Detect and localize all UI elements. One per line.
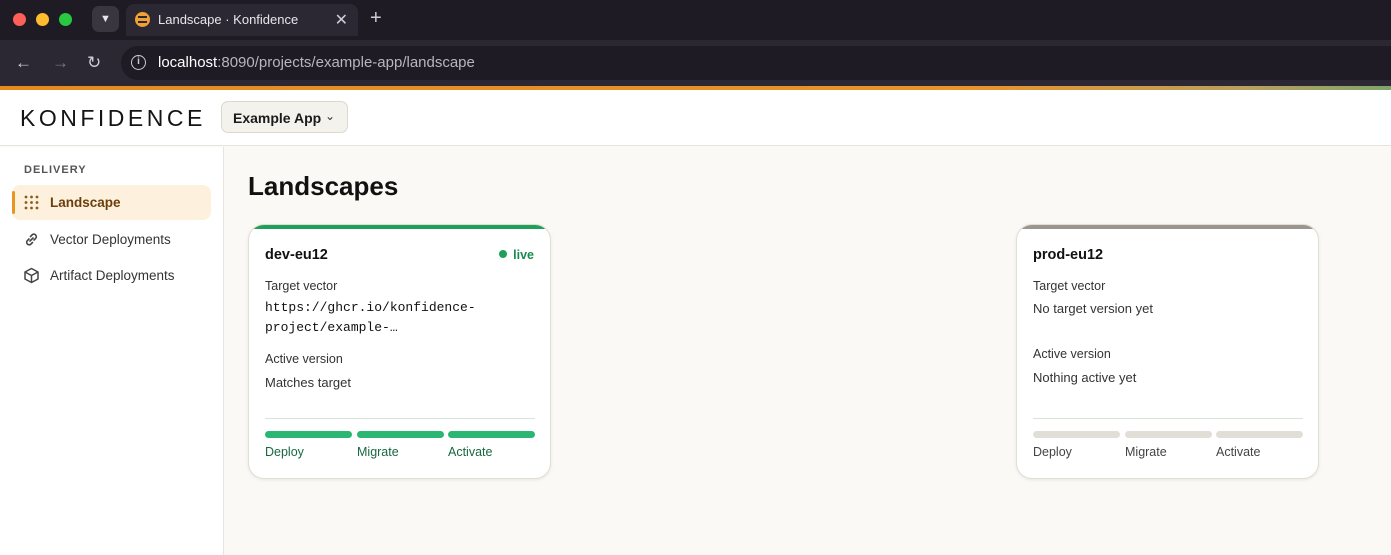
target-vector-label: Target vector	[1033, 279, 1106, 293]
step-progress-bar	[448, 431, 535, 438]
forward-button[interactable]: →	[52, 53, 69, 73]
close-window-button[interactable]	[13, 13, 26, 26]
browser-titlebar: ▼ Landscape · Konfidence ✕ +	[0, 0, 1391, 40]
box-icon	[24, 267, 39, 284]
card-status-bar	[1017, 225, 1318, 229]
back-button[interactable]: ←	[15, 53, 32, 73]
konfidence-logo[interactable]: KONFIDENCE	[20, 105, 206, 132]
step-label: Activate	[448, 445, 493, 459]
sidebar-item-artifact-deployments[interactable]: Artifact Deployments	[12, 258, 211, 293]
browser-tab[interactable]: Landscape · Konfidence ✕	[126, 4, 358, 36]
step-progress-bar	[1125, 431, 1212, 438]
card-status-bar	[249, 225, 550, 229]
landscape-name: prod-eu12	[1033, 247, 1104, 263]
target-vector-label: Target vector	[265, 279, 338, 293]
target-vector-value: https://ghcr.io/konfidence-project/examp…	[265, 300, 476, 335]
active-version-label: Active version	[1033, 347, 1111, 361]
page-title: Landscapes	[248, 171, 399, 201]
maximize-window-button[interactable]	[59, 13, 72, 26]
card-divider	[1033, 418, 1303, 419]
step-label: Activate	[1216, 445, 1261, 459]
sidebar: DELIVERY Landscape Vector Deployments Ar…	[0, 147, 224, 555]
address-bar[interactable]: i localhost:8090/projects/example-app/la…	[121, 46, 1391, 80]
chevron-down-icon: ⌄	[324, 109, 335, 123]
sidebar-item-landscape[interactable]: Landscape	[12, 185, 211, 220]
new-tab-button[interactable]: +	[370, 7, 382, 30]
sidebar-section-title: DELIVERY	[24, 164, 87, 176]
tab-search-button[interactable]: ▼	[92, 6, 119, 32]
live-dot-icon	[499, 250, 508, 258]
sidebar-item-label: Artifact Deployments	[50, 268, 175, 283]
landscape-name: dev-eu12	[265, 247, 328, 263]
active-version-value: Nothing active yet	[1033, 370, 1137, 385]
browser-toolbar: ← → ↻ i localhost:8090/projects/example-…	[0, 40, 1391, 86]
landscape-card-prod[interactable]: prod-eu12 Target vector No target versio…	[1016, 224, 1319, 479]
step-progress-bar	[265, 431, 352, 438]
step-progress-bar	[1033, 431, 1120, 438]
step-progress-bar	[1216, 431, 1303, 438]
sidebar-item-label: Vector Deployments	[50, 232, 171, 247]
sidebar-item-label: Landscape	[50, 195, 121, 210]
step-label: Deploy	[1033, 445, 1072, 459]
step-label: Deploy	[265, 445, 304, 459]
favicon-icon	[135, 12, 150, 27]
site-info-icon[interactable]: i	[131, 55, 146, 70]
status-badge: live	[499, 248, 534, 262]
url-text[interactable]: localhost:8090/projects/example-app/land…	[158, 54, 475, 71]
step-label: Migrate	[357, 445, 399, 459]
card-divider	[265, 418, 535, 419]
step-progress-bar	[357, 431, 444, 438]
sidebar-item-vector-deployments[interactable]: Vector Deployments	[12, 222, 211, 257]
minimize-window-button[interactable]	[36, 13, 49, 26]
app-header: KONFIDENCE Example App ⌄	[0, 90, 1391, 146]
active-version-value: Matches target	[265, 375, 351, 390]
tab-title: Landscape · Konfidence	[158, 12, 299, 27]
close-tab-icon[interactable]: ✕	[335, 10, 348, 30]
app-selector-label: Example App	[233, 110, 322, 126]
step-label: Migrate	[1125, 445, 1167, 459]
grid-dots-icon	[24, 195, 39, 210]
active-version-label: Active version	[265, 352, 343, 366]
target-vector-value: No target version yet	[1033, 301, 1153, 316]
app-selector[interactable]: Example App ⌄	[221, 101, 348, 133]
link-icon	[25, 233, 38, 246]
reload-button[interactable]: ↻	[87, 53, 101, 73]
landscape-card-dev[interactable]: dev-eu12 live Target vector https://ghcr…	[248, 224, 551, 479]
